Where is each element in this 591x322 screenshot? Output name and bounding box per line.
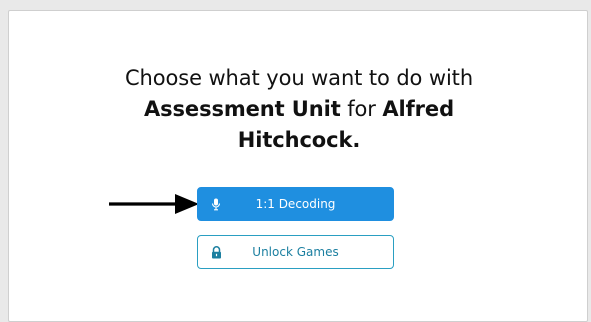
arrow-pointer-icon: [109, 194, 199, 214]
unit-name: Assessment Unit: [143, 97, 341, 121]
student-first-name: Alfred: [382, 97, 455, 121]
decoding-button[interactable]: 1:1 Decoding: [197, 187, 394, 221]
prompt-text: Choose what you want to do with Assessme…: [69, 63, 529, 156]
unlock-games-button[interactable]: Unlock Games: [197, 235, 394, 269]
prompt-line1: Choose what you want to do with: [124, 66, 474, 90]
dialog-panel: Choose what you want to do with Assessme…: [8, 10, 588, 322]
unlock-games-button-label: Unlock Games: [252, 245, 339, 259]
student-last-name: Hitchcock.: [237, 128, 361, 152]
decoding-button-label: 1:1 Decoding: [255, 197, 336, 211]
prompt-connector: for: [340, 97, 383, 121]
